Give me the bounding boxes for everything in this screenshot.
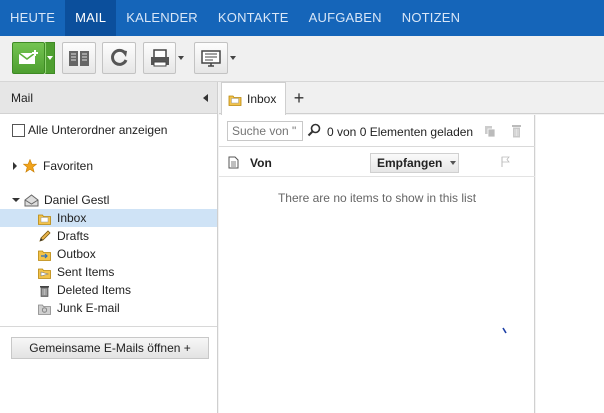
chevron-down-icon	[450, 161, 457, 165]
new-mail-button[interactable]	[12, 42, 45, 74]
favorites-label: Favoriten	[43, 159, 94, 173]
star-icon	[23, 159, 37, 173]
sort-label: Empfangen	[377, 156, 443, 170]
account-label: Daniel Gestl	[44, 193, 110, 207]
outbox-icon	[38, 250, 51, 261]
show-subfolders-toggle[interactable]: Alle Unterordner anzeigen	[0, 121, 218, 139]
junk-icon	[38, 304, 51, 315]
print-dropdown[interactable]	[176, 42, 186, 74]
folder-inbox[interactable]: Inbox	[0, 209, 217, 227]
folder-sent-items[interactable]: Sent Items	[0, 263, 217, 281]
address-book-button[interactable]	[62, 42, 96, 74]
folder-deleted-items[interactable]: Deleted Items	[0, 281, 217, 299]
refresh-icon	[111, 48, 128, 66]
tab-inbox[interactable]: Inbox	[221, 82, 286, 115]
copy-icon[interactable]	[484, 125, 497, 138]
top-navigation: HEUTE MAIL KALENDER KONTAKTE AUFGABEN NO…	[0, 0, 604, 36]
show-subfolders-label: Alle Unterordner anzeigen	[28, 123, 168, 137]
folder-junk-email[interactable]: Junk E-mail	[0, 299, 217, 317]
folder-label: Deleted Items	[57, 283, 132, 297]
print-button[interactable]	[143, 42, 176, 74]
document-tabstrip: Inbox +	[219, 82, 604, 115]
nav-tab-aufgaben[interactable]: AUFGABEN	[299, 0, 392, 36]
print-icon	[150, 49, 169, 67]
search-icon[interactable]	[307, 123, 321, 137]
delete-icon[interactable]	[510, 124, 523, 138]
column-header-row: Von Empfangen	[219, 147, 535, 177]
folder-label: Junk E-mail	[57, 301, 120, 315]
nav-tab-kalender[interactable]: KALENDER	[116, 0, 208, 36]
folder-drafts[interactable]: Drafts	[0, 227, 217, 245]
inbox-folder-icon	[38, 214, 51, 225]
show-subfolders-checkbox[interactable]	[12, 123, 25, 137]
folder-label: Inbox	[57, 211, 87, 225]
nav-tab-heute[interactable]: HEUTE	[0, 0, 65, 36]
folder-outbox[interactable]: Outbox	[0, 245, 217, 263]
folder-label: Outbox	[57, 247, 96, 261]
view-dropdown[interactable]	[228, 42, 238, 74]
toolbar	[0, 36, 604, 82]
tab-inbox-label: Inbox	[247, 92, 277, 106]
empty-list-message: There are no items to show in this list	[277, 191, 477, 205]
flag-icon[interactable]	[500, 156, 511, 168]
inbox-folder-icon	[228, 95, 242, 106]
mailbox-icon	[24, 193, 39, 206]
expand-arrow-icon[interactable]	[13, 162, 17, 170]
loading-spinner-icon	[502, 327, 507, 334]
column-from[interactable]: Von	[250, 156, 272, 170]
trash-icon	[40, 285, 49, 297]
sort-dropdown[interactable]: Empfangen	[370, 153, 459, 173]
search-bar: 0 von 0 Elementen geladen	[219, 115, 535, 147]
open-shared-mail-button[interactable]: Gemeinsame E-Mails öffnen +	[11, 337, 209, 359]
reading-pane	[536, 115, 604, 413]
collapse-arrow-icon[interactable]	[12, 198, 20, 202]
folder-label: Drafts	[57, 229, 90, 243]
search-input[interactable]	[227, 121, 303, 141]
add-tab-button[interactable]: +	[292, 88, 306, 108]
sent-items-icon	[38, 268, 51, 279]
account-node[interactable]: Daniel Gestl	[0, 191, 218, 209]
view-button[interactable]	[194, 42, 228, 74]
document-icon	[228, 156, 239, 169]
pencil-icon	[39, 229, 51, 242]
collapse-pane-icon[interactable]	[203, 94, 208, 102]
folder-label: Sent Items	[57, 265, 115, 279]
folder-pane-header: Mail	[0, 82, 217, 114]
favorites-node[interactable]: Favoriten	[0, 157, 218, 175]
new-mail-icon	[18, 50, 38, 64]
view-icon	[201, 50, 221, 67]
new-mail-dropdown[interactable]	[45, 42, 55, 74]
folder-pane-title: Mail	[11, 90, 34, 105]
refresh-button[interactable]	[102, 42, 136, 74]
folder-pane: Mail Alle Unterordner anzeigen Favoriten…	[0, 82, 218, 413]
folder-pane-divider	[0, 326, 217, 327]
nav-tab-kontakte[interactable]: KONTAKTE	[208, 0, 299, 36]
nav-tab-notizen[interactable]: NOTIZEN	[392, 0, 470, 36]
message-list-pane: 0 von 0 Elementen geladen Von Empfangen …	[219, 115, 535, 413]
loaded-count: 0 von 0 Elementen geladen	[327, 125, 474, 139]
nav-tab-mail[interactable]: MAIL	[65, 0, 117, 36]
address-book-icon	[69, 51, 89, 66]
